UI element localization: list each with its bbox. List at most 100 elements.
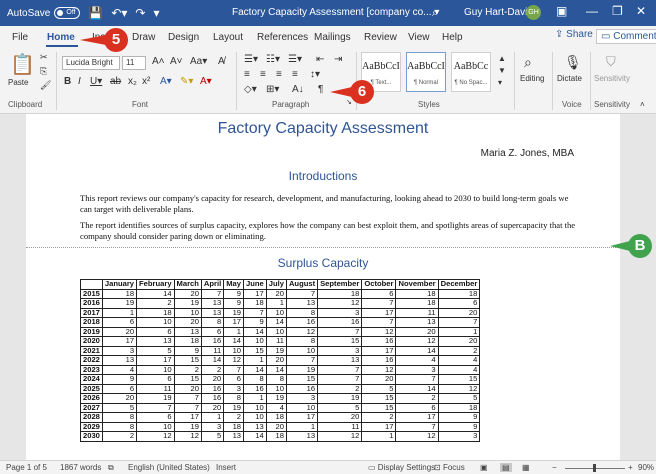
customize-qat-icon[interactable]: ▾ [153, 6, 159, 20]
user-name[interactable]: Guy Hart-Davis [464, 7, 532, 18]
zoom-slider-thumb[interactable] [593, 464, 596, 472]
clear-formatting-icon[interactable]: A̸ [218, 56, 225, 67]
grow-font-icon[interactable]: A˄ [152, 56, 165, 67]
align-right-icon[interactable]: ≡ [276, 69, 282, 80]
copy-icon[interactable]: ⎘ [40, 66, 47, 77]
table-cell: 6 [200, 326, 225, 337]
align-left-icon[interactable]: ≡ [244, 69, 250, 80]
tab-references[interactable]: References [257, 32, 308, 43]
zoom-level[interactable]: 90% [638, 463, 654, 472]
table-cell: 10 [243, 412, 267, 423]
search-icon[interactable]: ⌕ [432, 5, 439, 20]
tab-view[interactable]: View [408, 32, 430, 43]
dictate-button[interactable]: Dictate [557, 74, 582, 83]
table-cell: 4 [101, 364, 138, 375]
bold-icon[interactable]: B [64, 76, 71, 87]
table-cell: 10 [265, 307, 287, 318]
decrease-indent-icon[interactable]: ⇤ [316, 54, 324, 65]
paste-icon[interactable]: 📋 [10, 52, 35, 77]
tab-design[interactable]: Design [168, 32, 199, 43]
word-window: AutoSave Off 💾 ↶▾ ↷ ▾ Factory Capacity A… [0, 0, 656, 474]
styles-scroll-up-icon[interactable]: ▲ [498, 54, 506, 63]
show-hide-marks-icon[interactable]: ¶ [318, 84, 323, 95]
undo-icon[interactable]: ↶▾ [111, 6, 127, 20]
minimize-icon[interactable]: — [586, 4, 598, 18]
focus-button[interactable]: ⊡ Focus [434, 463, 465, 472]
table-cell: 10 [265, 383, 287, 394]
format-painter-icon[interactable]: 🖌 [40, 80, 51, 91]
text-effects-icon[interactable]: A▾ [160, 76, 172, 87]
print-layout-icon[interactable]: ▤ [500, 463, 512, 472]
editing-button[interactable]: Editing [520, 74, 544, 83]
font-name-box[interactable]: Lucida Bright [62, 56, 120, 70]
styles-group-label: Styles [418, 100, 440, 109]
cut-icon[interactable]: ✂ [40, 52, 48, 63]
underline-icon[interactable]: U▾ [90, 76, 102, 87]
table-cell: 14 [265, 317, 287, 328]
share-button[interactable]: ⇪ Share [555, 29, 593, 40]
table-row: 2024 9 6 15 20 6 8 8 15 7 20 7 15 [80, 374, 481, 385]
tab-draw[interactable]: Draw [132, 32, 155, 43]
tab-file[interactable]: File [12, 32, 28, 43]
display-settings-button[interactable]: ▭ Display Settings [368, 463, 435, 472]
find-icon[interactable]: ⌕ [524, 54, 532, 71]
align-center-icon[interactable]: ≡ [260, 69, 266, 80]
shading-icon[interactable]: ◇▾ [244, 84, 257, 95]
table-cell: 20 [101, 393, 138, 404]
tab-home[interactable]: Home [47, 32, 75, 43]
word-count[interactable]: 1867 words [60, 463, 101, 472]
tab-help[interactable]: Help [442, 32, 463, 43]
strikethrough-icon[interactable]: ab [110, 76, 121, 87]
font-color-icon[interactable]: A▾ [200, 76, 212, 87]
paste-label[interactable]: Paste [8, 78, 28, 87]
superscript-icon[interactable]: x² [142, 76, 150, 87]
line-spacing-icon[interactable]: ↕▾ [310, 69, 320, 80]
autosave-toggle[interactable]: Off [54, 7, 81, 19]
increase-indent-icon[interactable]: ⇥ [334, 54, 342, 65]
comments-button[interactable]: ▭ Comments [596, 29, 656, 44]
style-no-spacing[interactable]: AaBbCc ¶ No Spac... [451, 52, 491, 92]
tab-mailings[interactable]: Mailings [314, 32, 351, 43]
tab-review[interactable]: Review [364, 32, 397, 43]
autosave-control[interactable]: AutoSave Off [7, 7, 81, 19]
zoom-in-icon[interactable]: + [628, 463, 633, 472]
page-count[interactable]: Page 1 of 5 [6, 463, 47, 472]
insert-mode[interactable]: Insert [216, 463, 236, 472]
paragraph-dialog-launcher-icon[interactable]: ↘ [346, 98, 352, 106]
italic-icon[interactable]: I [78, 76, 81, 87]
highlight-icon[interactable]: ✎▾ [180, 76, 193, 87]
styles-more-icon[interactable]: ▾ [498, 78, 502, 87]
zoom-out-icon[interactable]: − [552, 463, 557, 472]
numbering-icon[interactable]: ☷▾ [266, 54, 280, 65]
document-page[interactable]: Factory Capacity Assessment Maria Z. Jon… [26, 114, 620, 460]
multilevel-list-icon[interactable]: ☰▾ [288, 54, 302, 65]
sensitivity-button[interactable]: Sensitivity [594, 74, 630, 83]
sensitivity-icon[interactable]: ⛉ [606, 54, 616, 70]
restore-icon[interactable]: ❐ [612, 4, 623, 18]
avatar[interactable]: GH [526, 5, 541, 20]
borders-icon[interactable]: ⊞▾ [266, 84, 279, 95]
language-indicator[interactable]: English (United States) [128, 463, 210, 472]
web-layout-icon[interactable]: ▦ [522, 463, 530, 472]
redo-icon[interactable]: ↷ [135, 6, 145, 20]
sort-icon[interactable]: A↓ [292, 84, 304, 95]
styles-scroll-down-icon[interactable]: ▼ [498, 66, 506, 75]
read-mode-icon[interactable]: ▣ [480, 463, 488, 472]
change-case-icon[interactable]: Aa▾ [190, 56, 207, 67]
save-icon[interactable]: 💾 [88, 6, 103, 20]
proofing-icon[interactable]: ⧉ [108, 463, 114, 473]
bullets-icon[interactable]: ☰▾ [244, 54, 258, 65]
ribbon-display-icon[interactable]: ▣ [556, 4, 567, 18]
justify-icon[interactable]: ≡ [292, 69, 298, 80]
style-normal[interactable]: AaBbCcI ¶ Normal [406, 52, 446, 92]
tab-layout[interactable]: Layout [213, 32, 243, 43]
microphone-icon[interactable]: 🎙 [564, 54, 582, 71]
subscript-icon[interactable]: x₂ [128, 76, 137, 87]
font-size-box[interactable]: 11 [122, 56, 146, 70]
close-icon[interactable]: ✕ [636, 4, 646, 18]
column-header-september: September [317, 279, 363, 290]
shrink-font-icon[interactable]: A˅ [170, 56, 183, 67]
table-cell: 1 [200, 412, 225, 423]
table-row: 2018 6 10 20 8 17 9 14 16 16 7 13 7 [80, 317, 481, 328]
collapse-ribbon-icon[interactable]: ˄ [640, 100, 645, 109]
